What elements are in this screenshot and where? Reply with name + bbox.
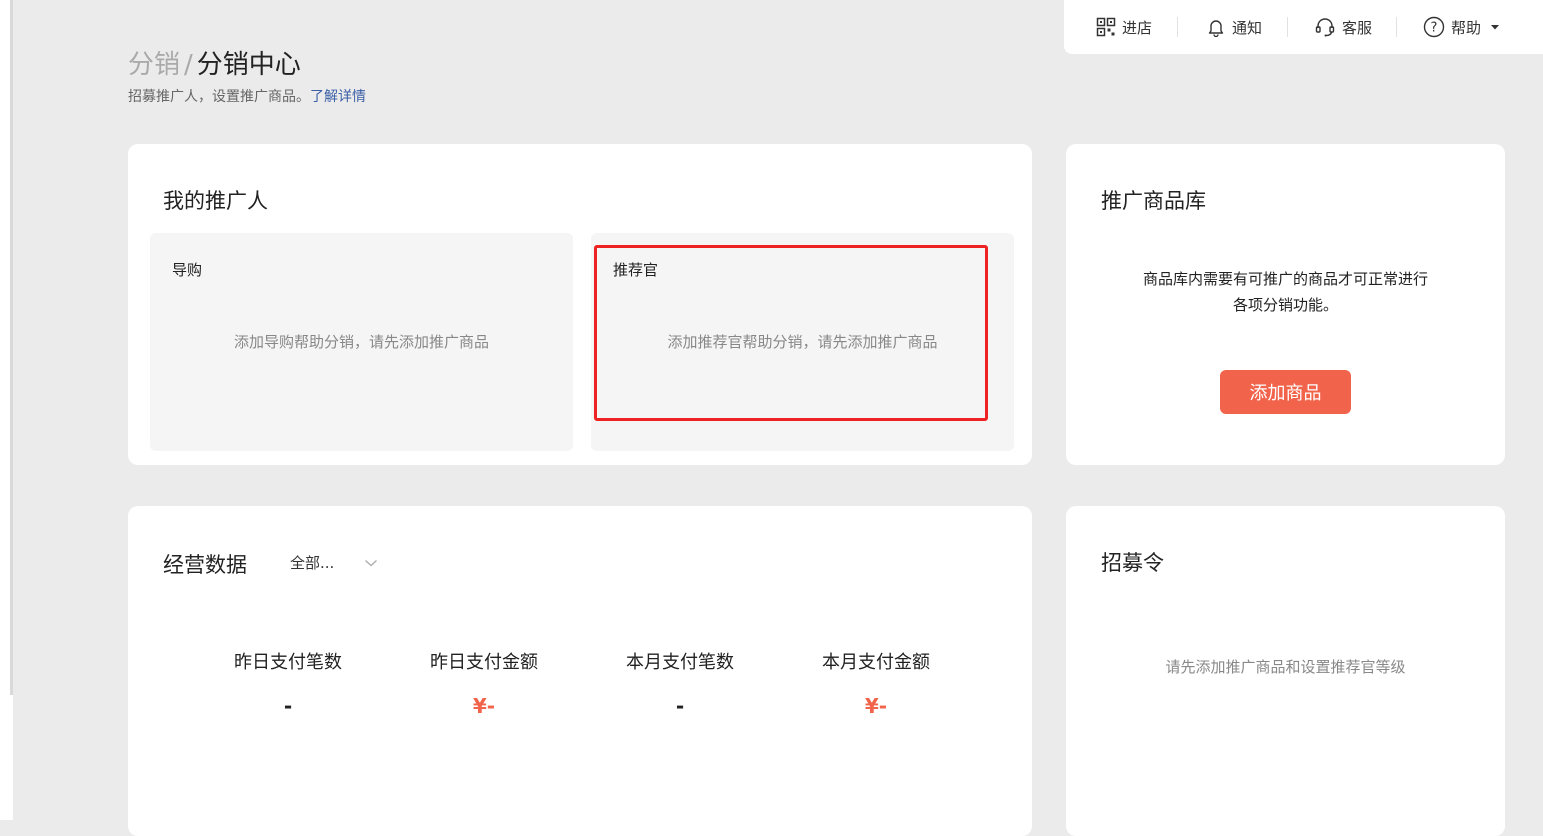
guide-hint: 添加导购帮助分销，请先添加推广商品 [233, 333, 489, 351]
left-sidebar-edge [0, 0, 13, 695]
recruit-title: 招募令 [1101, 551, 1164, 575]
stat-value: - [675, 694, 685, 718]
stat-name: 本月支付笔数 [626, 652, 734, 673]
guide-label: 导购 [172, 261, 203, 279]
stat-month-amount: 本月支付金额 ¥- [778, 648, 974, 718]
promoters-title: 我的推广人 [163, 189, 268, 213]
stat-name: 昨日支付金额 [430, 652, 538, 673]
svg-text:?: ? [1431, 21, 1438, 36]
stat-month-orders: 本月支付笔数 - [582, 648, 778, 718]
left-sidebar-edge-bottom [0, 695, 13, 820]
toolbar-divider [1177, 17, 1179, 37]
store-filter-value: 全部... [290, 554, 335, 572]
library-desc-line1: 商品库内需要有可推广的商品才可正常进行 [1142, 270, 1428, 288]
stat-value: ¥- [864, 694, 888, 718]
toolbar-divider [1287, 17, 1289, 37]
stat-value: ¥- [472, 694, 496, 718]
library-title: 推广商品库 [1101, 189, 1206, 213]
customer-service-button[interactable]: 客服 [1314, 0, 1372, 54]
business-title: 经营数据 [163, 553, 247, 577]
breadcrumb-parent[interactable]: 分销 [128, 50, 180, 80]
learn-more-link[interactable]: 了解详情 [310, 89, 366, 105]
help-button[interactable]: ? 帮助 [1423, 0, 1507, 54]
toolbar-divider [1396, 17, 1398, 37]
stat-yesterday-amount: 昨日支付金额 ¥- [386, 648, 582, 718]
stat-yesterday-orders: 昨日支付笔数 - [190, 648, 386, 718]
caret-down-icon [1491, 25, 1500, 30]
stat-value: - [283, 694, 293, 718]
library-desc-line2: 各项分销功能。 [1232, 296, 1338, 314]
help-label: 帮助 [1451, 18, 1482, 37]
store-entry-button[interactable]: 进店 [1096, 0, 1152, 54]
page-title: 分销中心 [196, 50, 301, 80]
help-circle-icon: ? [1423, 16, 1445, 38]
qrcode-icon [1096, 17, 1116, 37]
chevron-down-icon [365, 559, 378, 566]
notification-button[interactable]: 通知 [1206, 0, 1262, 54]
recruit-card: 招募令 请先添加推广商品和设置推荐官等级 [1066, 506, 1505, 836]
store-entry-label: 进店 [1122, 18, 1153, 37]
bell-icon [1208, 20, 1224, 37]
recommender-label: 推荐官 [613, 261, 659, 279]
page-subtitle: 招募推广人，设置推广商品。了解详情 [128, 86, 366, 106]
stat-name: 昨日支付笔数 [234, 652, 342, 673]
subtitle-text: 招募推广人，设置推广商品。 [128, 89, 310, 105]
product-library-card: 推广商品库 商品库内需要有可推广的商品才可正常进行 各项分销功能。 添加商品 [1066, 144, 1505, 465]
headset-icon [1315, 18, 1335, 37]
breadcrumb: 分销 / 分销中心 [128, 44, 301, 81]
add-product-button[interactable]: 添加商品 [1220, 370, 1351, 414]
store-filter-select[interactable]: 全部... [290, 552, 378, 573]
recruit-hint: 请先添加推广商品和设置推荐官等级 [1165, 658, 1406, 676]
recommender-hint: 添加推荐官帮助分销，请先添加推广商品 [667, 333, 938, 351]
stat-name: 本月支付金额 [822, 652, 930, 673]
customer-service-label: 客服 [1342, 18, 1373, 37]
breadcrumb-separator: / [184, 50, 193, 80]
guide-box[interactable]: 导购 添加导购帮助分销，请先添加推广商品 [150, 233, 573, 451]
library-description: 商品库内需要有可推广的商品才可正常进行 各项分销功能。 [1066, 266, 1505, 318]
recommender-box[interactable]: 推荐官 添加推荐官帮助分销，请先添加推广商品 [591, 233, 1014, 451]
notification-label: 通知 [1232, 18, 1263, 37]
promoters-card: 我的推广人 导购 添加导购帮助分销，请先添加推广商品 推荐官 添加推荐官帮助分销… [128, 144, 1032, 465]
business-data-card: 经营数据 全部... 昨日支付笔数 - 昨日支付金额 ¥- 本月支付笔数 - 本… [128, 506, 1032, 836]
top-toolbar: 进店 通知 客服 ? 帮助 [1064, 0, 1543, 54]
